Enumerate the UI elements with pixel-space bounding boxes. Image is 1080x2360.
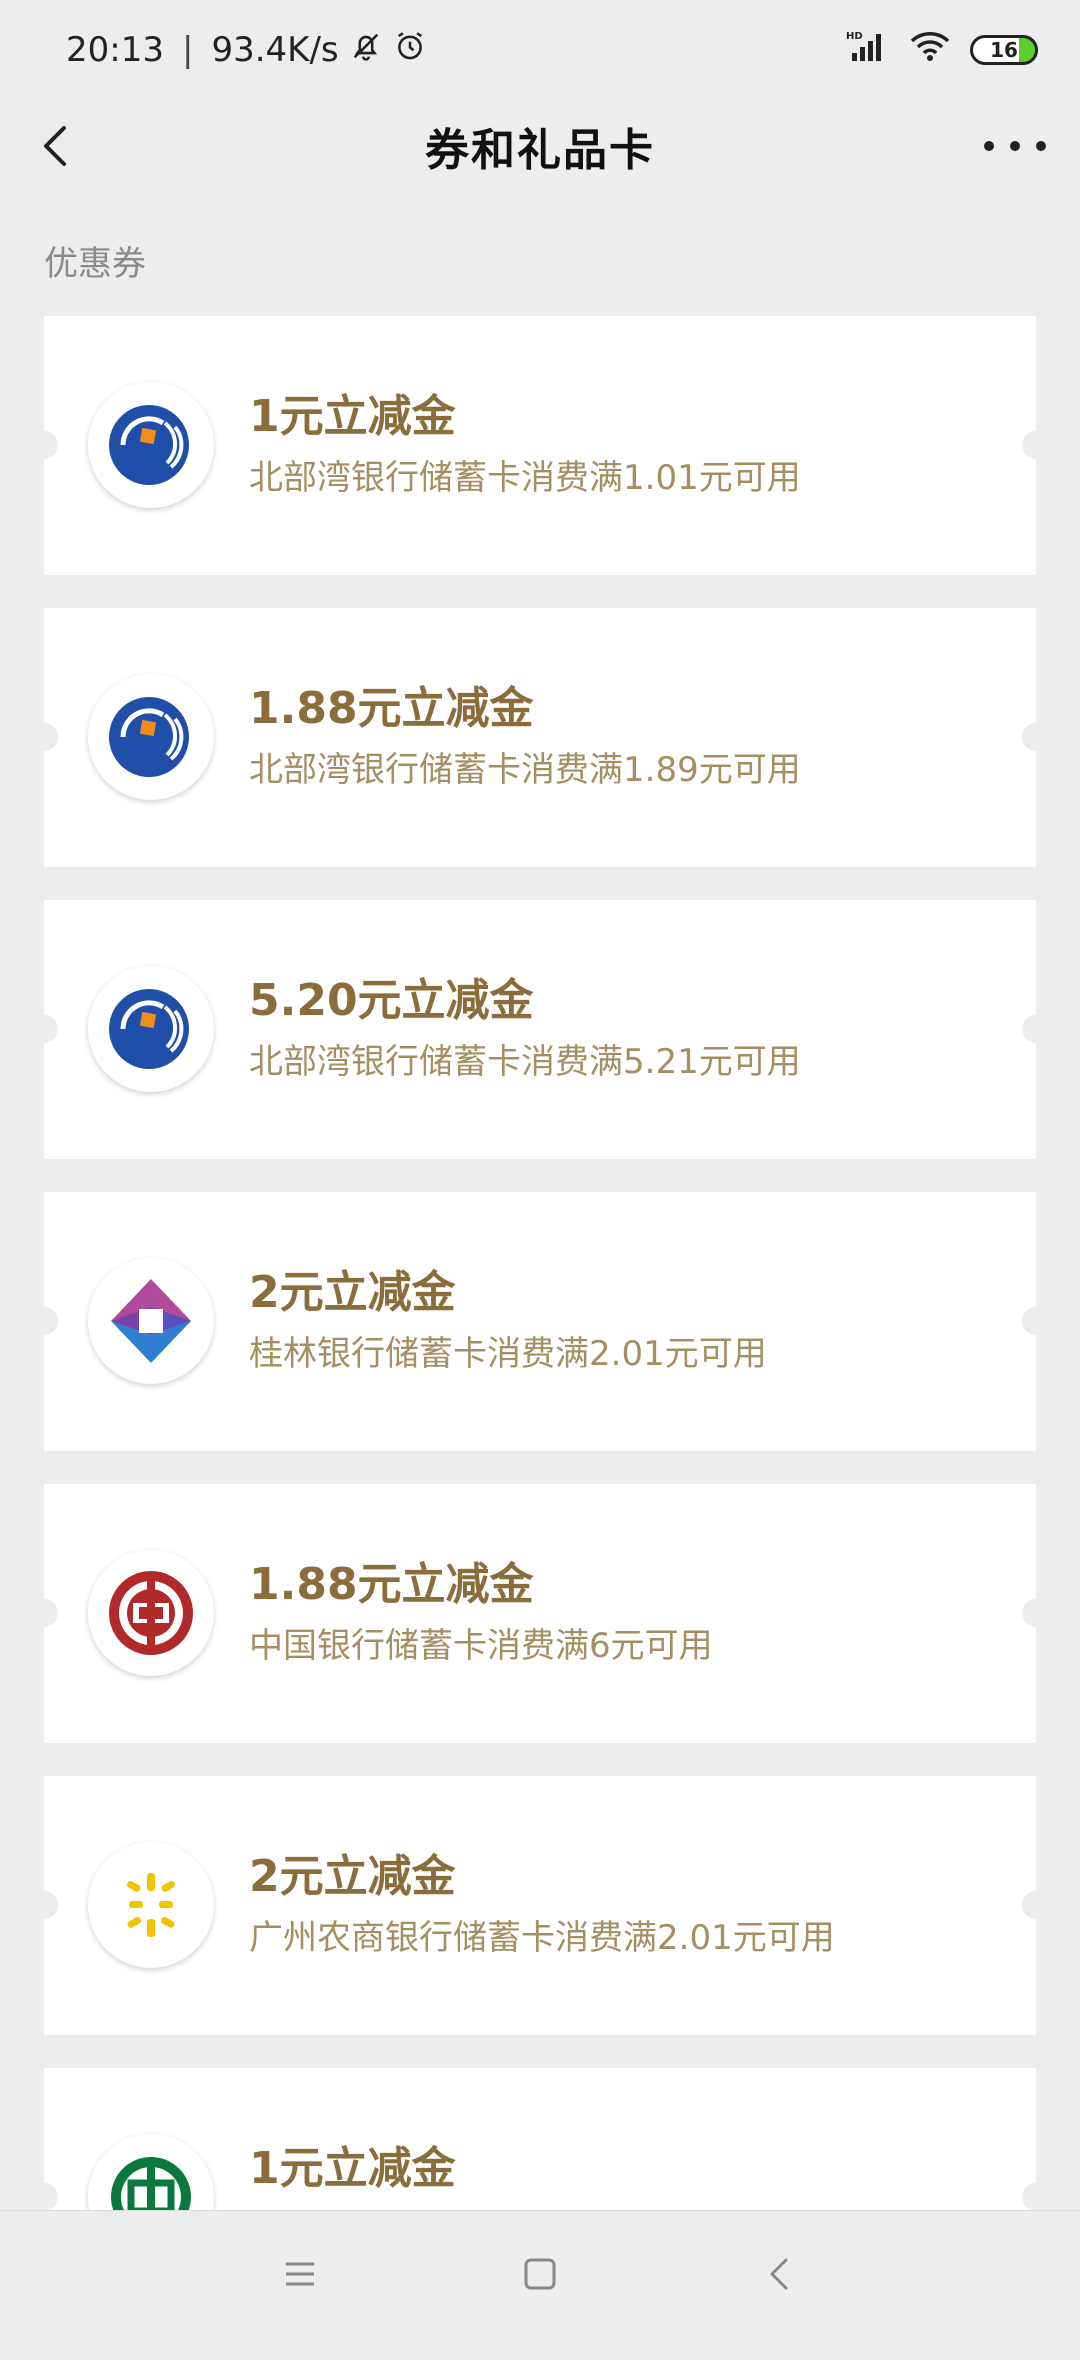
status-separator: |	[181, 30, 194, 70]
chevron-left-icon	[44, 126, 66, 166]
battery-indicator: 16	[970, 35, 1038, 65]
battery-level: 16	[990, 38, 1018, 62]
card-notch	[1022, 431, 1050, 459]
home-square-icon	[524, 2258, 556, 2289]
card-notch	[30, 1891, 58, 1919]
card-notch	[30, 723, 58, 751]
beibuwan-bank-logo	[88, 966, 214, 1092]
more-options-button[interactable]	[980, 118, 1050, 174]
coupon-title: 1元立减金	[249, 2143, 456, 2194]
coupon-title: 2元立减金	[249, 1267, 456, 1318]
wifi-icon	[908, 29, 952, 72]
beibuwan-bank-logo	[88, 674, 214, 800]
bank-of-china-logo	[88, 1550, 214, 1676]
coupon-card[interactable]: 2元立减金 桂林银行储蓄卡消费满2.01元可用	[30, 1192, 1050, 1451]
coupon-title: 1.88元立减金	[249, 683, 534, 734]
coupon-title: 2元立减金	[249, 1851, 456, 1902]
coupon-list: 1元立减金 北部湾银行储蓄卡消费满1.01元可用 1.88元立减金 北部湾银行储…	[30, 316, 1050, 2360]
coupon-description: 广州农商银行储蓄卡消费满2.01元可用	[249, 1918, 835, 1958]
section-label-coupons: 优惠券	[44, 244, 146, 284]
coupon-description: 北部湾银行储蓄卡消费满5.21元可用	[249, 1042, 801, 1082]
system-navigation-bar	[0, 2210, 1080, 2340]
alarm-clock-icon	[393, 29, 427, 72]
card-notch	[1022, 1307, 1050, 1335]
coupon-card[interactable]: 1.88元立减金 北部湾银行储蓄卡消费满1.89元可用	[30, 608, 1050, 867]
menu-icon	[286, 2262, 314, 2285]
coupon-title: 5.20元立减金	[249, 975, 534, 1026]
more-dot	[1036, 141, 1046, 151]
menu-button[interactable]	[280, 2254, 320, 2298]
status-time: 20:13	[66, 30, 164, 70]
coupon-description: 北部湾银行储蓄卡消费满1.01元可用	[249, 458, 801, 498]
more-dot	[984, 141, 994, 151]
beibuwan-bank-logo	[88, 382, 214, 508]
more-dot	[1010, 141, 1020, 151]
back-arrow-icon	[770, 2258, 788, 2289]
coupon-card[interactable]: 5.20元立减金 北部湾银行储蓄卡消费满5.21元可用	[30, 900, 1050, 1159]
card-notch	[30, 1015, 58, 1043]
card-notch	[1022, 1015, 1050, 1043]
coupon-description: 中国银行储蓄卡消费满6元可用	[249, 1626, 713, 1666]
mute-bell-icon	[349, 29, 383, 72]
coupon-title: 1.88元立减金	[249, 1559, 534, 1610]
coupon-card[interactable]: 1元立减金 北部湾银行储蓄卡消费满1.01元可用	[30, 316, 1050, 575]
card-notch	[1022, 1599, 1050, 1627]
system-back-button[interactable]	[760, 2254, 800, 2298]
svg-text:HD: HD	[846, 31, 863, 42]
card-notch	[1022, 2183, 1050, 2211]
card-notch	[30, 1599, 58, 1627]
coupon-title: 1元立减金	[249, 391, 456, 442]
status-network-speed: 93.4K/s	[211, 30, 339, 70]
guangzhou-rural-bank-logo	[88, 1842, 214, 1968]
navigation-bar: 券和礼品卡	[0, 100, 1080, 192]
status-bar: 20:13 | 93.4K/s HD 16	[0, 0, 1080, 100]
coupon-description: 桂林银行储蓄卡消费满2.01元可用	[249, 1334, 767, 1374]
card-notch	[30, 1307, 58, 1335]
signal-hd-icon: HD	[846, 29, 890, 72]
card-notch	[30, 2183, 58, 2211]
guilin-bank-logo	[88, 1258, 214, 1384]
back-button[interactable]	[30, 118, 86, 174]
card-notch	[30, 431, 58, 459]
coupon-card[interactable]: 1.88元立减金 中国银行储蓄卡消费满6元可用	[30, 1484, 1050, 1743]
coupon-card[interactable]: 2元立减金 广州农商银行储蓄卡消费满2.01元可用	[30, 1776, 1050, 2035]
card-notch	[1022, 723, 1050, 751]
coupon-description: 北部湾银行储蓄卡消费满1.89元可用	[249, 750, 801, 790]
page-title: 券和礼品卡	[425, 125, 655, 176]
card-notch	[1022, 1891, 1050, 1919]
home-button[interactable]	[520, 2254, 560, 2298]
